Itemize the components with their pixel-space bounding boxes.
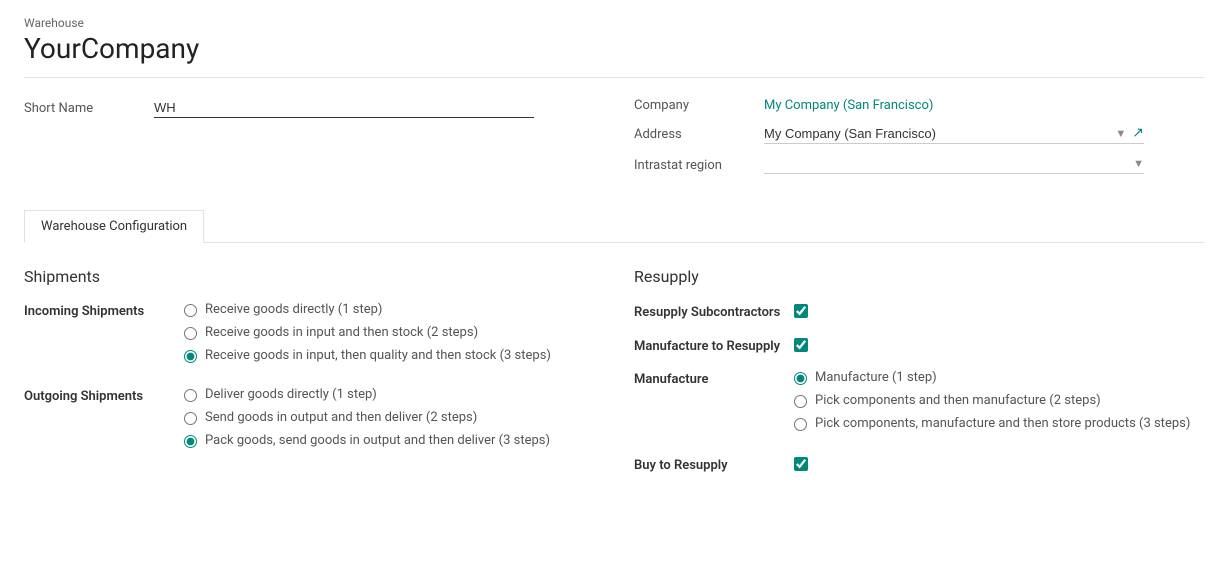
shipments-section: Shipments Incoming Shipments Receive goo… bbox=[24, 267, 594, 490]
outgoing-shipments-options: Deliver goods directly (1 step) Send goo… bbox=[184, 387, 594, 456]
outgoing-option-1: Deliver goods directly (1 step) bbox=[184, 387, 594, 402]
manufacture-option-1: Manufacture (1 step) bbox=[794, 370, 1204, 385]
page-title: YourCompany bbox=[24, 32, 1204, 65]
company-value: My Company (San Francisco) bbox=[764, 98, 1204, 113]
outgoing-radio-1[interactable] bbox=[184, 389, 197, 402]
manufacture-option-3-label: Pick components, manufacture and then st… bbox=[815, 416, 1190, 431]
short-name-row: Short Name bbox=[24, 98, 594, 118]
manufacture-option-2: Pick components and then manufacture (2 … bbox=[794, 393, 1204, 408]
company-row: Company My Company (San Francisco) bbox=[634, 98, 1204, 113]
short-name-input[interactable] bbox=[154, 98, 534, 118]
manufacture-label: Manufacture bbox=[634, 370, 794, 387]
manufacture-to-resupply-value bbox=[794, 336, 808, 352]
config-grid: Shipments Incoming Shipments Receive goo… bbox=[24, 267, 1204, 490]
intrastat-label: Intrastat region bbox=[634, 158, 764, 173]
manufacture-options: Manufacture (1 step) Pick components and… bbox=[794, 370, 1204, 439]
outgoing-shipments-row: Outgoing Shipments Deliver goods directl… bbox=[24, 387, 594, 456]
company-link[interactable]: My Company (San Francisco) bbox=[764, 98, 933, 113]
intrastat-select-arrow-icon: ▼ bbox=[1133, 157, 1144, 170]
manufacture-option-2-label: Pick components and then manufacture (2 … bbox=[815, 393, 1101, 408]
manufacture-option-3: Pick components, manufacture and then st… bbox=[794, 416, 1204, 431]
manufacture-option-1-label: Manufacture (1 step) bbox=[815, 370, 937, 385]
form-section: Short Name Company My Company (San Franc… bbox=[24, 98, 1204, 186]
resupply-subcontractors-row: Resupply Subcontractors bbox=[634, 302, 1204, 322]
resupply-title: Resupply bbox=[634, 267, 1204, 286]
incoming-option-1-label: Receive goods directly (1 step) bbox=[205, 302, 382, 317]
manufacture-to-resupply-label: Manufacture to Resupply bbox=[634, 336, 794, 356]
buy-to-resupply-label: Buy to Resupply bbox=[634, 455, 794, 475]
outgoing-radio-3[interactable] bbox=[184, 435, 197, 448]
tabs-bar: Warehouse Configuration bbox=[24, 210, 1204, 243]
incoming-option-2-label: Receive goods in input and then stock (2… bbox=[205, 325, 478, 340]
company-label: Company bbox=[634, 98, 764, 113]
intrastat-select-wrapper: ▼ bbox=[764, 156, 1144, 174]
address-select-wrapper: My Company (San Francisco) ▼ ↗ bbox=[764, 125, 1144, 144]
short-name-label: Short Name bbox=[24, 101, 154, 116]
resupply-subcontractors-value bbox=[794, 302, 808, 318]
resupply-subcontractors-checkbox[interactable] bbox=[794, 304, 808, 318]
incoming-shipments-row: Incoming Shipments Receive goods directl… bbox=[24, 302, 594, 371]
buy-to-resupply-value bbox=[794, 455, 808, 471]
manufacture-radio-1[interactable] bbox=[794, 372, 807, 385]
manufacture-to-resupply-row: Manufacture to Resupply bbox=[634, 336, 1204, 356]
incoming-option-2: Receive goods in input and then stock (2… bbox=[184, 325, 594, 340]
form-left: Short Name bbox=[24, 98, 594, 186]
incoming-option-3-label: Receive goods in input, then quality and… bbox=[205, 348, 551, 363]
address-select-arrow-icon: ▼ bbox=[1115, 127, 1126, 140]
address-label: Address bbox=[634, 127, 764, 142]
buy-to-resupply-checkbox[interactable] bbox=[794, 457, 808, 471]
page-subtitle: Warehouse bbox=[24, 16, 1204, 30]
incoming-shipments-label: Incoming Shipments bbox=[24, 302, 184, 319]
incoming-option-3: Receive goods in input, then quality and… bbox=[184, 348, 594, 363]
incoming-radio-2[interactable] bbox=[184, 327, 197, 340]
incoming-shipments-options: Receive goods directly (1 step) Receive … bbox=[184, 302, 594, 371]
form-right: Company My Company (San Francisco) Addre… bbox=[634, 98, 1204, 186]
resupply-section: Resupply Resupply Subcontractors Manufac… bbox=[634, 267, 1204, 490]
outgoing-radio-2[interactable] bbox=[184, 412, 197, 425]
address-value: My Company (San Francisco) ▼ ↗ bbox=[764, 125, 1204, 144]
incoming-radio-1[interactable] bbox=[184, 304, 197, 317]
page: Warehouse YourCompany Short Name Company… bbox=[0, 0, 1228, 587]
intrastat-select[interactable] bbox=[764, 156, 1127, 171]
incoming-option-1: Receive goods directly (1 step) bbox=[184, 302, 594, 317]
address-row: Address My Company (San Francisco) ▼ ↗ bbox=[634, 125, 1204, 144]
outgoing-option-1-label: Deliver goods directly (1 step) bbox=[205, 387, 377, 402]
shipments-title: Shipments bbox=[24, 267, 594, 286]
manufacture-radio-2[interactable] bbox=[794, 395, 807, 408]
outgoing-option-3: Pack goods, send goods in output and the… bbox=[184, 433, 594, 448]
manufacture-row: Manufacture Manufacture (1 step) Pick co… bbox=[634, 370, 1204, 439]
incoming-radio-3[interactable] bbox=[184, 350, 197, 363]
short-name-value bbox=[154, 98, 594, 118]
resupply-subcontractors-label: Resupply Subcontractors bbox=[634, 302, 794, 322]
outgoing-shipments-label: Outgoing Shipments bbox=[24, 387, 184, 404]
manufacture-to-resupply-checkbox[interactable] bbox=[794, 338, 808, 352]
intrastat-row: Intrastat region ▼ bbox=[634, 156, 1204, 174]
manufacture-radio-3[interactable] bbox=[794, 418, 807, 431]
outgoing-option-3-label: Pack goods, send goods in output and the… bbox=[205, 433, 550, 448]
outgoing-option-2-label: Send goods in output and then deliver (2… bbox=[205, 410, 477, 425]
intrastat-value: ▼ bbox=[764, 156, 1204, 174]
page-header: Warehouse YourCompany bbox=[24, 16, 1204, 78]
address-external-link-icon[interactable]: ↗ bbox=[1132, 125, 1144, 141]
buy-to-resupply-row: Buy to Resupply bbox=[634, 455, 1204, 475]
outgoing-option-2: Send goods in output and then deliver (2… bbox=[184, 410, 594, 425]
tab-warehouse-configuration[interactable]: Warehouse Configuration bbox=[24, 210, 204, 243]
address-select[interactable]: My Company (San Francisco) bbox=[764, 126, 1109, 141]
